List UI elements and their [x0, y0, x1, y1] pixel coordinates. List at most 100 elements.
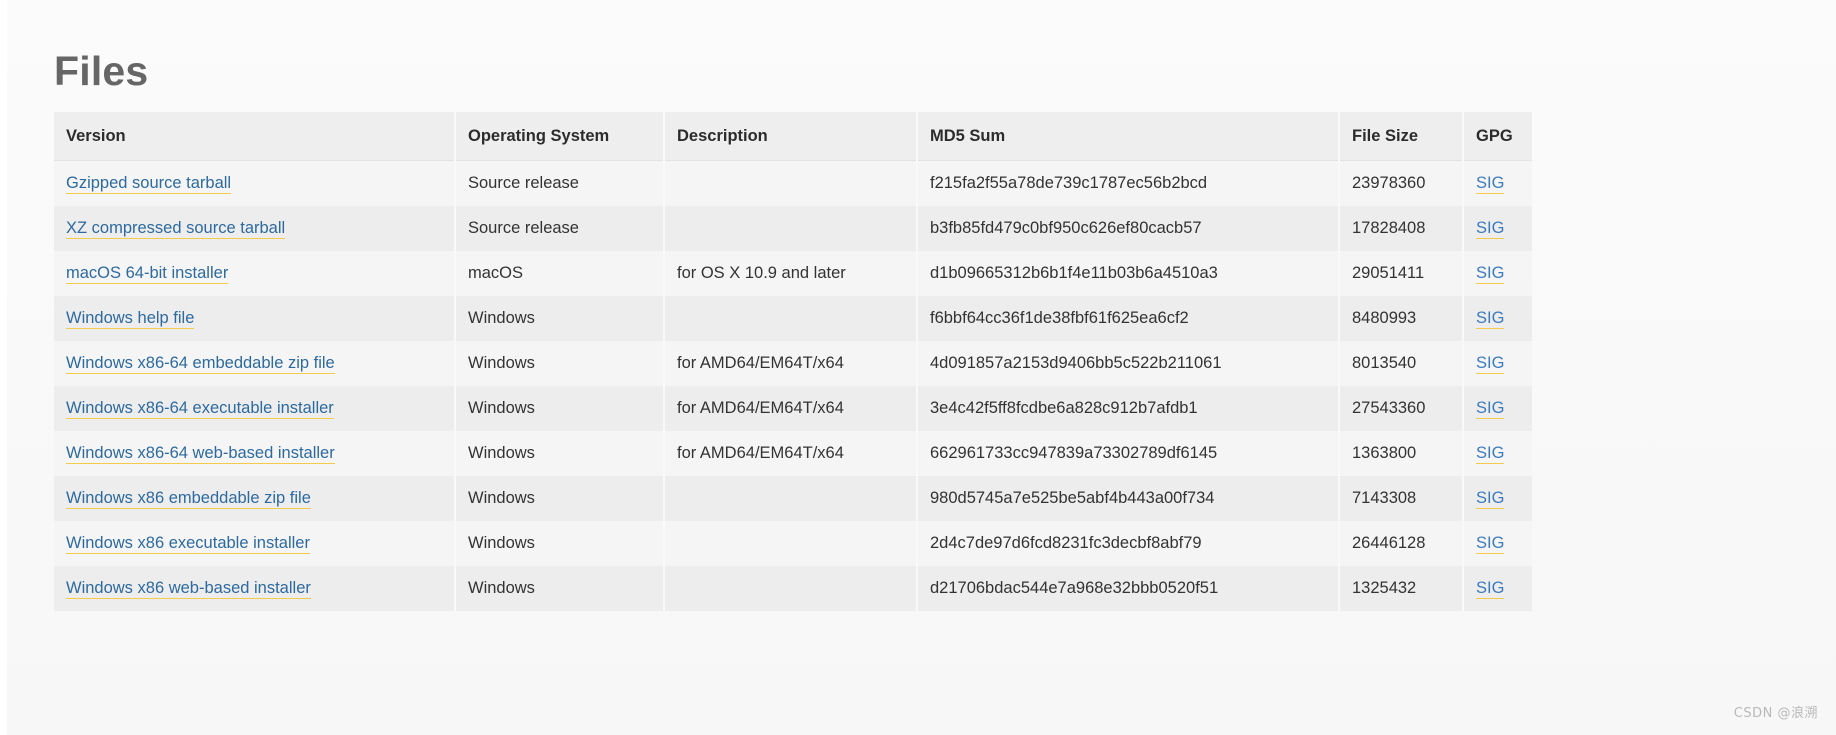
table-header-row: Version Operating System Description MD5…	[54, 112, 1532, 161]
cell-md5-sum: 2d4c7de97d6fcd8231fc3decbf8abf79	[917, 521, 1340, 566]
table-body: Gzipped source tarball Source release f215…	[54, 160, 1532, 611]
version-download-link[interactable]: XZ compressed source tarball	[66, 219, 286, 239]
cell-md5-sum: f215fa2f55a78de739c1787ec56b2bcd	[917, 160, 1340, 206]
cell-version: Windows help file	[54, 296, 456, 341]
cell-description	[664, 206, 918, 251]
table-row: Windows x86 embeddable zip file Windows 98…	[54, 476, 1532, 521]
table-row: Windows x86-64 web-based installer Window…	[54, 431, 1532, 476]
page-title: Files	[54, 48, 149, 95]
cell-gpg: SIG	[1463, 566, 1532, 611]
column-header-md5-sum: MD5 Sum	[917, 112, 1340, 161]
cell-operating-system: Source release	[455, 160, 665, 206]
cell-md5-sum: 4d091857a2153d9406bb5c522b211061	[917, 341, 1340, 386]
cell-version: Windows x86 embeddable zip file	[54, 476, 456, 521]
gpg-sig-link[interactable]: SIG	[1476, 354, 1505, 374]
cell-description: for AMD64/EM64T/x64	[664, 341, 918, 386]
cell-operating-system: Source release	[455, 206, 665, 251]
cell-file-size: 27543360	[1339, 386, 1464, 431]
version-download-link[interactable]: Gzipped source tarball	[66, 174, 232, 194]
cell-md5-sum: f6bbf64cc36f1de38fbf61f625ea6cf2	[917, 296, 1340, 341]
table-row: XZ compressed source tarball Source relea…	[54, 206, 1532, 251]
cell-description	[664, 521, 918, 566]
version-download-link[interactable]: Windows x86-64 embeddable zip file	[66, 354, 335, 374]
cell-operating-system: Windows	[455, 521, 665, 566]
gpg-sig-link[interactable]: SIG	[1476, 579, 1505, 599]
left-margin-strip	[0, 0, 7, 735]
table-header: Version Operating System Description MD5…	[54, 112, 1532, 161]
table-row: Gzipped source tarball Source release f215…	[54, 160, 1532, 206]
cell-description: for AMD64/EM64T/x64	[664, 386, 918, 431]
gpg-sig-link[interactable]: SIG	[1476, 264, 1505, 284]
cell-version: Windows x86-64 web-based installer	[54, 431, 456, 476]
gpg-sig-link[interactable]: SIG	[1476, 534, 1505, 554]
cell-gpg: SIG	[1463, 341, 1532, 386]
cell-md5-sum: 662961733cc947839a73302789df6145	[917, 431, 1340, 476]
version-download-link[interactable]: Windows x86 executable installer	[66, 534, 310, 554]
cell-description	[664, 296, 918, 341]
column-header-version: Version	[54, 112, 456, 161]
cell-version: Windows x86-64 embeddable zip file	[54, 341, 456, 386]
cell-file-size: 29051411	[1339, 251, 1464, 296]
version-download-link[interactable]: Windows help file	[66, 309, 195, 329]
gpg-sig-link[interactable]: SIG	[1476, 309, 1505, 329]
cell-gpg: SIG	[1463, 386, 1532, 431]
gpg-sig-link[interactable]: SIG	[1476, 174, 1505, 194]
cell-file-size: 23978360	[1339, 160, 1464, 206]
cell-operating-system: Windows	[455, 431, 665, 476]
cell-file-size: 7143308	[1339, 476, 1464, 521]
cell-version: Gzipped source tarball	[54, 160, 456, 206]
cell-description	[664, 476, 918, 521]
cell-description: for OS X 10.9 and later	[664, 251, 918, 296]
cell-gpg: SIG	[1463, 160, 1532, 206]
gpg-sig-link[interactable]: SIG	[1476, 219, 1505, 239]
column-header-file-size: File Size	[1339, 112, 1464, 161]
files-table-container: Version Operating System Description MD5…	[54, 112, 1532, 611]
cell-md5-sum: 3e4c42f5ff8fcdbe6a828c912b7afdb1	[917, 386, 1340, 431]
gpg-sig-link[interactable]: SIG	[1476, 489, 1505, 509]
cell-gpg: SIG	[1463, 431, 1532, 476]
cell-gpg: SIG	[1463, 476, 1532, 521]
cell-operating-system: Windows	[455, 341, 665, 386]
cell-md5-sum: d21706bdac544e7a968e32bbb0520f51	[917, 566, 1340, 611]
table-row: Windows help file Windows f6bbf64cc36f1de3…	[54, 296, 1532, 341]
cell-md5-sum: d1b09665312b6b1f4e11b03b6a4510a3	[917, 251, 1340, 296]
cell-description	[664, 160, 918, 206]
table-row: Windows x86-64 embeddable zip file Window…	[54, 341, 1532, 386]
cell-md5-sum: 980d5745a7e525be5abf4b443a00f734	[917, 476, 1340, 521]
version-download-link[interactable]: Windows x86-64 web-based installer	[66, 444, 335, 464]
cell-description: for AMD64/EM64T/x64	[664, 431, 918, 476]
column-header-operating-system: Operating System	[455, 112, 665, 161]
files-table: Version Operating System Description MD5…	[54, 112, 1532, 611]
version-download-link[interactable]: Windows x86 embeddable zip file	[66, 489, 311, 509]
cell-version: macOS 64-bit installer	[54, 251, 456, 296]
cell-operating-system: macOS	[455, 251, 665, 296]
table-row: macOS 64-bit installer macOS for OS X 10.9…	[54, 251, 1532, 296]
cell-version: Windows x86-64 executable installer	[54, 386, 456, 431]
cell-md5-sum: b3fb85fd479c0bf950c626ef80cacb57	[917, 206, 1340, 251]
cell-gpg: SIG	[1463, 296, 1532, 341]
cell-version: Windows x86 executable installer	[54, 521, 456, 566]
gpg-sig-link[interactable]: SIG	[1476, 399, 1505, 419]
cell-file-size: 8480993	[1339, 296, 1464, 341]
cell-version: Windows x86 web-based installer	[54, 566, 456, 611]
cell-file-size: 17828408	[1339, 206, 1464, 251]
cell-gpg: SIG	[1463, 251, 1532, 296]
version-download-link[interactable]: Windows x86-64 executable installer	[66, 399, 334, 419]
cell-version: XZ compressed source tarball	[54, 206, 456, 251]
cell-file-size: 1363800	[1339, 431, 1464, 476]
cell-file-size: 8013540	[1339, 341, 1464, 386]
version-download-link[interactable]: macOS 64-bit installer	[66, 264, 229, 284]
cell-operating-system: Windows	[455, 566, 665, 611]
cell-file-size: 26446128	[1339, 521, 1464, 566]
cell-gpg: SIG	[1463, 521, 1532, 566]
cell-file-size: 1325432	[1339, 566, 1464, 611]
cell-operating-system: Windows	[455, 386, 665, 431]
table-row: Windows x86 web-based installer Windows d2…	[54, 566, 1532, 611]
cell-operating-system: Windows	[455, 296, 665, 341]
column-header-description: Description	[664, 112, 918, 161]
watermark: CSDN @浪溯	[1733, 706, 1818, 721]
table-row: Windows x86 executable installer Windows 2…	[54, 521, 1532, 566]
gpg-sig-link[interactable]: SIG	[1476, 444, 1505, 464]
column-header-gpg: GPG	[1463, 112, 1532, 161]
version-download-link[interactable]: Windows x86 web-based installer	[66, 579, 311, 599]
